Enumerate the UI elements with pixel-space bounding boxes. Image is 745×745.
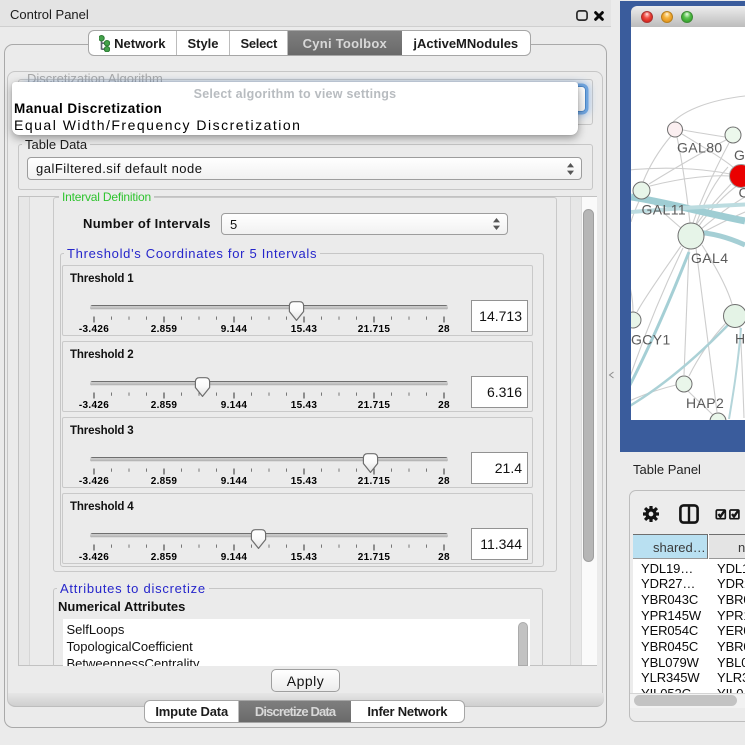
svg-text:HAP2: HAP2 (686, 395, 724, 411)
svg-text:GA: GA (734, 147, 745, 163)
svg-text:GAL4: GAL4 (691, 250, 728, 266)
svg-text:H: H (735, 331, 745, 347)
svg-text:GCY1: GCY1 (631, 332, 671, 348)
svg-text:GAL80: GAL80 (677, 140, 723, 156)
svg-text:C: C (739, 185, 745, 201)
svg-text:GAL11: GAL11 (642, 202, 687, 218)
